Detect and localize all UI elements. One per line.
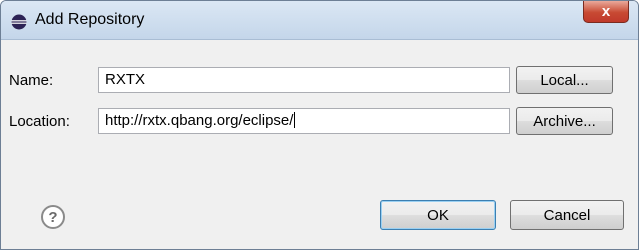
location-field-value: http://rxtx.qbang.org/eclipse/ (105, 112, 294, 129)
close-icon: x (601, 3, 611, 20)
eclipse-icon (11, 14, 27, 30)
local-button[interactable]: Local... (516, 66, 613, 94)
name-field-value: RXTX (105, 71, 146, 88)
name-label: Name: (9, 72, 54, 89)
cancel-button[interactable]: Cancel (510, 200, 624, 230)
ok-button-label: OK (427, 206, 449, 224)
location-field[interactable]: http://rxtx.qbang.org/eclipse/ (98, 108, 510, 134)
dialog-body: Name: RXTX Local... Location: http://rxt… (9, 40, 629, 242)
archive-button-label: Archive... (533, 112, 596, 130)
help-icon[interactable]: ? (41, 205, 65, 229)
ok-button[interactable]: OK (380, 200, 496, 230)
name-field[interactable]: RXTX (98, 67, 510, 93)
add-repository-dialog: Add Repository x Name: RXTX Local... Loc… (0, 0, 639, 250)
window-title: Add Repository (35, 11, 145, 28)
archive-button[interactable]: Archive... (516, 107, 613, 135)
close-button[interactable]: x (583, 1, 629, 23)
location-label: Location: (9, 113, 70, 130)
title-bar[interactable]: Add Repository x (1, 1, 638, 40)
local-button-label: Local... (540, 71, 589, 89)
cancel-button-label: Cancel (543, 206, 591, 224)
text-cursor (294, 112, 296, 128)
help-glyph: ? (48, 208, 58, 226)
